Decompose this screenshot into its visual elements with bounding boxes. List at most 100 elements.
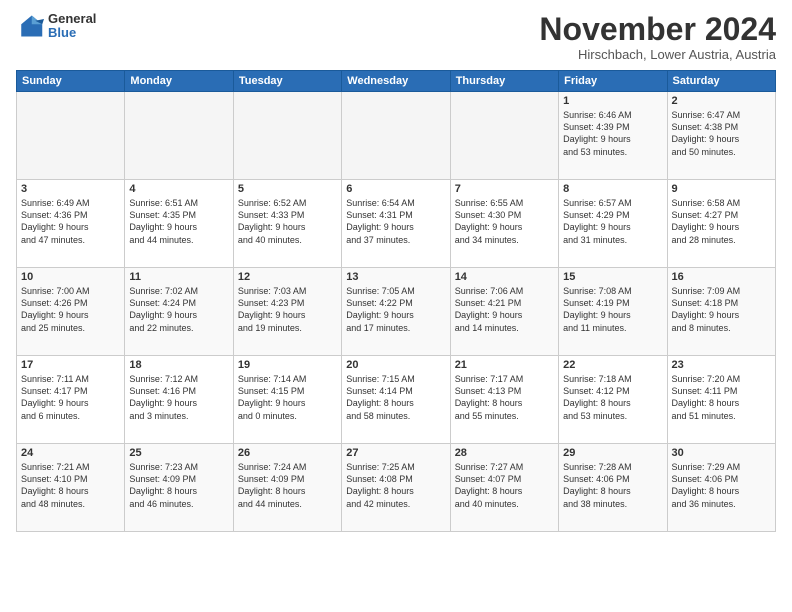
logo-general-text: General <box>48 12 96 26</box>
logo-icon <box>16 12 44 40</box>
day-info: Sunrise: 6:47 AM Sunset: 4:38 PM Dayligh… <box>672 109 771 158</box>
calendar-week-5: 24 Sunrise: 7:21 AM Sunset: 4:10 PM Dayli… <box>17 444 776 532</box>
calendar-cell: 12Sunrise: 7:03 AM Sunset: 4:23 PM Dayli… <box>233 268 341 356</box>
day-number: 16 <box>672 271 771 283</box>
day-number: 7 <box>455 183 554 195</box>
calendar-cell: 11 Sunrise: 7:02 AM Sunset: 4:24 PM Dayli… <box>125 268 233 356</box>
calendar-cell: 24 Sunrise: 7:21 AM Sunset: 4:10 PM Dayli… <box>17 444 125 532</box>
day-info: Sunrise: 6:55 AM Sunset: 4:30 PM Dayligh… <box>455 197 554 246</box>
calendar-cell: 5 Sunrise: 6:52 AM Sunset: 4:33 PM Daylig… <box>233 180 341 268</box>
logo-blue-text: Blue <box>48 26 96 40</box>
day-number: 5 <box>238 183 337 195</box>
day-number: 29 <box>563 447 662 459</box>
day-info: Sunrise: 6:54 AM Sunset: 4:31 PM Dayligh… <box>346 197 445 246</box>
month-title: November 2024 <box>539 12 776 47</box>
calendar-cell: 7 Sunrise: 6:55 AM Sunset: 4:30 PM Daylig… <box>450 180 558 268</box>
day-number: 8 <box>563 183 662 195</box>
calendar-cell: 2 Sunrise: 6:47 AM Sunset: 4:38 PM Daylig… <box>667 92 775 180</box>
calendar-cell: 1 Sunrise: 6:46 AM Sunset: 4:39 PM Daylig… <box>559 92 667 180</box>
header-saturday: Saturday <box>667 71 775 92</box>
day-info: Sunrise: 7:05 AM Sunset: 4:22 PM Dayligh… <box>346 285 445 334</box>
day-number: 26 <box>238 447 337 459</box>
day-info: Sunrise: 7:17 AM Sunset: 4:13 PM Dayligh… <box>455 373 554 422</box>
calendar-cell: 16 Sunrise: 7:09 AM Sunset: 4:18 PM Dayli… <box>667 268 775 356</box>
day-number: 20 <box>346 359 445 371</box>
calendar-cell: 9Sunrise: 6:58 AM Sunset: 4:27 PM Daylig… <box>667 180 775 268</box>
day-number: 19 <box>238 359 337 371</box>
calendar-cell: 15Sunrise: 7:08 AM Sunset: 4:19 PM Dayli… <box>559 268 667 356</box>
calendar-cell: 26 Sunrise: 7:24 AM Sunset: 4:09 PM Dayli… <box>233 444 341 532</box>
day-info: Sunrise: 6:57 AM Sunset: 4:29 PM Dayligh… <box>563 197 662 246</box>
day-number: 30 <box>672 447 771 459</box>
day-info: Sunrise: 6:58 AM Sunset: 4:27 PM Dayligh… <box>672 197 771 246</box>
day-info: Sunrise: 7:28 AM Sunset: 4:06 PM Dayligh… <box>563 461 662 510</box>
day-number: 11 <box>129 271 228 283</box>
day-number: 17 <box>21 359 120 371</box>
logo: General Blue <box>16 12 96 41</box>
day-number: 27 <box>346 447 445 459</box>
day-info: Sunrise: 7:02 AM Sunset: 4:24 PM Dayligh… <box>129 285 228 334</box>
day-number: 18 <box>129 359 228 371</box>
calendar-cell: 28Sunrise: 7:27 AM Sunset: 4:07 PM Dayli… <box>450 444 558 532</box>
location: Hirschbach, Lower Austria, Austria <box>539 47 776 62</box>
day-number: 14 <box>455 271 554 283</box>
day-number: 4 <box>129 183 228 195</box>
calendar-cell <box>125 92 233 180</box>
day-number: 24 <box>21 447 120 459</box>
day-info: Sunrise: 7:29 AM Sunset: 4:06 PM Dayligh… <box>672 461 771 510</box>
header-monday: Monday <box>125 71 233 92</box>
day-info: Sunrise: 7:18 AM Sunset: 4:12 PM Dayligh… <box>563 373 662 422</box>
day-info: Sunrise: 7:11 AM Sunset: 4:17 PM Dayligh… <box>21 373 120 422</box>
day-info: Sunrise: 7:21 AM Sunset: 4:10 PM Dayligh… <box>21 461 120 510</box>
calendar-cell: 21Sunrise: 7:17 AM Sunset: 4:13 PM Dayli… <box>450 356 558 444</box>
calendar-cell: 13 Sunrise: 7:05 AM Sunset: 4:22 PM Dayli… <box>342 268 450 356</box>
calendar-cell: 18 Sunrise: 7:12 AM Sunset: 4:16 PM Dayli… <box>125 356 233 444</box>
day-info: Sunrise: 6:51 AM Sunset: 4:35 PM Dayligh… <box>129 197 228 246</box>
day-number: 3 <box>21 183 120 195</box>
day-info: Sunrise: 7:09 AM Sunset: 4:18 PM Dayligh… <box>672 285 771 334</box>
calendar-week-3: 10 Sunrise: 7:00 AM Sunset: 4:26 PM Dayli… <box>17 268 776 356</box>
day-number: 23 <box>672 359 771 371</box>
day-number: 28 <box>455 447 554 459</box>
calendar-week-1: 1 Sunrise: 6:46 AM Sunset: 4:39 PM Daylig… <box>17 92 776 180</box>
day-number: 15 <box>563 271 662 283</box>
day-info: Sunrise: 6:49 AM Sunset: 4:36 PM Dayligh… <box>21 197 120 246</box>
calendar-cell: 6 Sunrise: 6:54 AM Sunset: 4:31 PM Daylig… <box>342 180 450 268</box>
day-number: 2 <box>672 95 771 107</box>
day-number: 13 <box>346 271 445 283</box>
day-info: Sunrise: 7:00 AM Sunset: 4:26 PM Dayligh… <box>21 285 120 334</box>
calendar-cell: 19Sunrise: 7:14 AM Sunset: 4:15 PM Dayli… <box>233 356 341 444</box>
day-info: Sunrise: 6:46 AM Sunset: 4:39 PM Dayligh… <box>563 109 662 158</box>
weekday-header-row: Sunday Monday Tuesday Wednesday Thursday… <box>17 71 776 92</box>
day-info: Sunrise: 7:24 AM Sunset: 4:09 PM Dayligh… <box>238 461 337 510</box>
calendar-cell: 25 Sunrise: 7:23 AM Sunset: 4:09 PM Dayli… <box>125 444 233 532</box>
calendar-cell: 4 Sunrise: 6:51 AM Sunset: 4:35 PM Daylig… <box>125 180 233 268</box>
day-number: 6 <box>346 183 445 195</box>
header-friday: Friday <box>559 71 667 92</box>
calendar-cell: 3 Sunrise: 6:49 AM Sunset: 4:36 PM Daylig… <box>17 180 125 268</box>
day-info: Sunrise: 6:52 AM Sunset: 4:33 PM Dayligh… <box>238 197 337 246</box>
calendar-cell: 23 Sunrise: 7:20 AM Sunset: 4:11 PM Dayli… <box>667 356 775 444</box>
day-number: 10 <box>21 271 120 283</box>
calendar-cell: 20 Sunrise: 7:15 AM Sunset: 4:14 PM Dayli… <box>342 356 450 444</box>
day-number: 12 <box>238 271 337 283</box>
header-sunday: Sunday <box>17 71 125 92</box>
calendar: Sunday Monday Tuesday Wednesday Thursday… <box>16 70 776 532</box>
calendar-cell: 30 Sunrise: 7:29 AM Sunset: 4:06 PM Dayli… <box>667 444 775 532</box>
calendar-cell: 10 Sunrise: 7:00 AM Sunset: 4:26 PM Dayli… <box>17 268 125 356</box>
day-info: Sunrise: 7:23 AM Sunset: 4:09 PM Dayligh… <box>129 461 228 510</box>
header-tuesday: Tuesday <box>233 71 341 92</box>
day-info: Sunrise: 7:12 AM Sunset: 4:16 PM Dayligh… <box>129 373 228 422</box>
day-info: Sunrise: 7:20 AM Sunset: 4:11 PM Dayligh… <box>672 373 771 422</box>
page: General Blue November 2024 Hirschbach, L… <box>0 0 792 612</box>
day-number: 1 <box>563 95 662 107</box>
day-info: Sunrise: 7:06 AM Sunset: 4:21 PM Dayligh… <box>455 285 554 334</box>
day-info: Sunrise: 7:15 AM Sunset: 4:14 PM Dayligh… <box>346 373 445 422</box>
calendar-week-2: 3 Sunrise: 6:49 AM Sunset: 4:36 PM Daylig… <box>17 180 776 268</box>
calendar-week-4: 17 Sunrise: 7:11 AM Sunset: 4:17 PM Dayli… <box>17 356 776 444</box>
header-thursday: Thursday <box>450 71 558 92</box>
day-number: 25 <box>129 447 228 459</box>
calendar-cell: 22Sunrise: 7:18 AM Sunset: 4:12 PM Dayli… <box>559 356 667 444</box>
day-info: Sunrise: 7:25 AM Sunset: 4:08 PM Dayligh… <box>346 461 445 510</box>
calendar-cell <box>450 92 558 180</box>
